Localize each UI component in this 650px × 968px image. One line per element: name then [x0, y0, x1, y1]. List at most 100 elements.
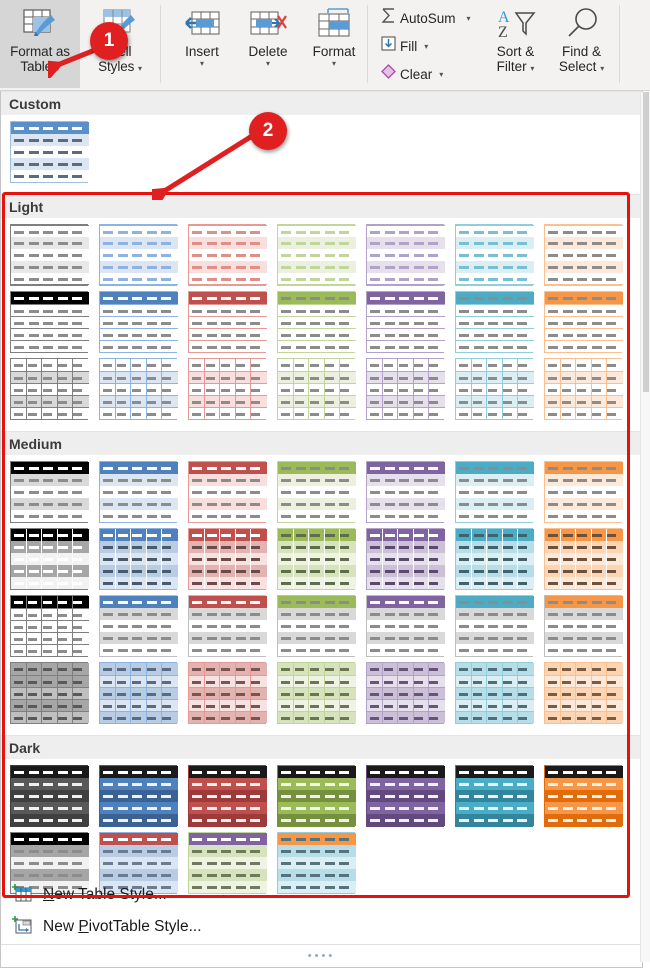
scrollbar-thumb[interactable] [643, 92, 649, 392]
table-styles-gallery[interactable]: Custom Light Medium Dark New Table Style... [0, 91, 643, 968]
light-9-blue[interactable] [99, 291, 178, 353]
medium-16-blue[interactable] [99, 595, 178, 657]
thumb-cell [384, 309, 395, 313]
light-17-red[interactable] [188, 358, 267, 420]
medium-5-purple[interactable] [366, 461, 445, 523]
light-16-blue[interactable] [99, 358, 178, 420]
medium-9-blue[interactable] [99, 528, 178, 590]
thumb-cell [339, 412, 349, 416]
dark-1-none[interactable] [10, 765, 89, 827]
medium-6-aqua[interactable] [455, 461, 534, 523]
sort-and-filter-button[interactable]: A Z Sort & Filter ▾ [483, 0, 549, 88]
thumb-cell [221, 412, 231, 416]
clear-button[interactable]: Clear ▾ [376, 60, 475, 88]
thumb-row [278, 687, 356, 700]
medium-26-purple[interactable] [366, 662, 445, 724]
light-1-none[interactable] [10, 224, 89, 286]
format-cells-button[interactable]: Format ▾ [301, 0, 367, 88]
medium-19-purple[interactable] [366, 595, 445, 657]
medium-14-orange[interactable] [544, 528, 623, 590]
medium-27-aqua[interactable] [455, 662, 534, 724]
medium-7-orange[interactable] [544, 461, 623, 523]
chevron-down-icon[interactable]: ▾ [439, 70, 443, 79]
medium-8-none[interactable] [10, 528, 89, 590]
thumb-cell [591, 818, 602, 822]
light-4-green[interactable] [277, 224, 356, 286]
light-21-orange[interactable] [544, 358, 623, 420]
chevron-down-icon[interactable]: ▾ [200, 59, 204, 68]
new-pivottable-style-command[interactable]: New PivotTable Style... [2, 911, 642, 943]
chevron-down-icon[interactable]: ▾ [138, 64, 142, 73]
medium-28-orange[interactable] [544, 662, 623, 724]
medium-13-aqua[interactable] [455, 528, 534, 590]
dark-2-blue[interactable] [99, 765, 178, 827]
thumb-cell [324, 794, 335, 798]
chevron-down-icon[interactable]: ▾ [530, 64, 534, 73]
light-18-green[interactable] [277, 358, 356, 420]
medium-3-red[interactable] [188, 461, 267, 523]
thumb-cell [428, 253, 439, 257]
thumb-cell [502, 770, 513, 774]
light-20-aqua[interactable] [455, 358, 534, 420]
medium-23-blue[interactable] [99, 662, 178, 724]
medium-11-green[interactable] [277, 528, 356, 590]
custom-style-1[interactable] [10, 121, 89, 183]
light-2-blue[interactable] [99, 224, 178, 286]
thumb-cell [428, 667, 438, 671]
thumb-cell [117, 636, 128, 640]
insert-cells-button[interactable]: Insert ▾ [169, 0, 235, 88]
medium-2-blue[interactable] [99, 461, 178, 523]
gallery-scrollbar[interactable] [640, 92, 650, 962]
medium-10-red[interactable] [188, 528, 267, 590]
fill-button[interactable]: Fill ▾ [376, 32, 475, 60]
thumb-cell [606, 230, 617, 234]
medium-21-orange[interactable] [544, 595, 623, 657]
thumb-cell [384, 345, 395, 349]
thumb-gridline [56, 577, 58, 589]
thumb-cell [591, 490, 602, 494]
resize-grip[interactable]: •••• [1, 944, 642, 967]
dark-4-green[interactable] [277, 765, 356, 827]
thumb-row [100, 620, 178, 632]
medium-17-red[interactable] [188, 595, 267, 657]
light-5-purple[interactable] [366, 224, 445, 286]
medium-25-green[interactable] [277, 662, 356, 724]
medium-12-purple[interactable] [366, 528, 445, 590]
light-7-orange[interactable] [544, 224, 623, 286]
light-13-aqua[interactable] [455, 291, 534, 353]
medium-15-none[interactable] [10, 595, 89, 657]
light-11-green[interactable] [277, 291, 356, 353]
dark-5-purple[interactable] [366, 765, 445, 827]
light-6-aqua[interactable] [455, 224, 534, 286]
medium-20-aqua[interactable] [455, 595, 534, 657]
autosum-button[interactable]: AutoSum ▾ [376, 4, 475, 32]
light-8-none[interactable] [10, 291, 89, 353]
dark-6-aqua[interactable] [455, 765, 534, 827]
thumb-cell [28, 837, 39, 841]
thumb-cell [413, 692, 423, 696]
chevron-down-icon[interactable]: ▾ [332, 59, 336, 68]
light-15-none[interactable] [10, 358, 89, 420]
chevron-down-icon[interactable]: ▾ [600, 64, 604, 73]
medium-4-green[interactable] [277, 461, 356, 523]
delete-cells-button[interactable]: Delete ▾ [235, 0, 301, 88]
chevron-down-icon[interactable]: ▾ [266, 59, 270, 68]
dark-7-orange[interactable] [544, 765, 623, 827]
light-10-red[interactable] [188, 291, 267, 353]
medium-1-none[interactable] [10, 461, 89, 523]
light-19-purple[interactable] [366, 358, 445, 420]
new-table-style-command[interactable]: New Table Style... [2, 879, 642, 911]
medium-18-green[interactable] [277, 595, 356, 657]
light-14-orange[interactable] [544, 291, 623, 353]
chevron-down-icon[interactable]: ▾ [467, 14, 471, 23]
dark-3-red[interactable] [188, 765, 267, 827]
medium-22-none[interactable] [10, 662, 89, 724]
thumb-cell [517, 680, 527, 684]
medium-24-red[interactable] [188, 662, 267, 724]
thumb-cell [132, 376, 142, 380]
chevron-down-icon[interactable]: ▾ [424, 42, 428, 51]
find-and-select-button[interactable]: Find & Select ▾ [549, 0, 615, 88]
light-3-red[interactable] [188, 224, 267, 286]
light-12-purple[interactable] [366, 291, 445, 353]
thumb-gridline [249, 541, 251, 553]
